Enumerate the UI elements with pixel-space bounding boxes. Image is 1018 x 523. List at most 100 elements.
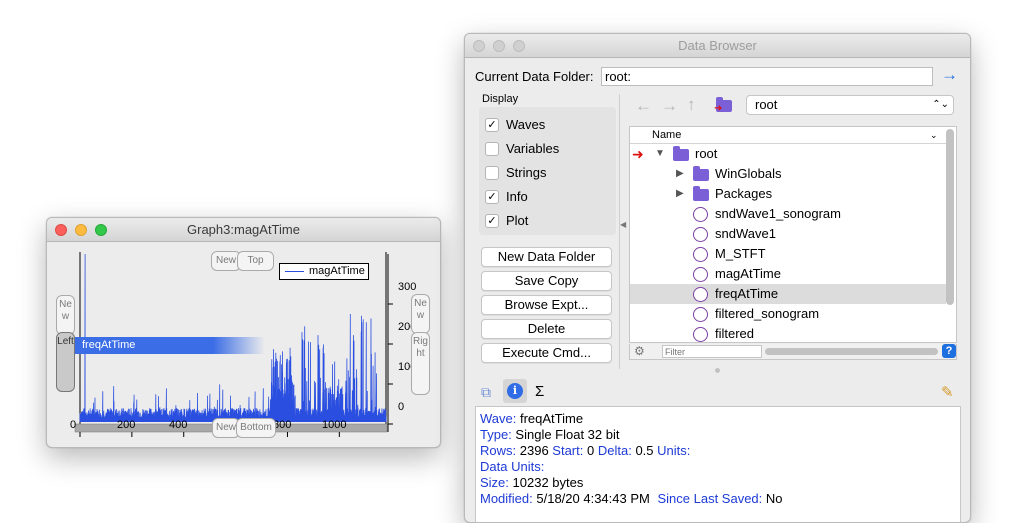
check-waves-label: Waves bbox=[506, 117, 546, 132]
graph-titlebar: Graph3:magAtTime bbox=[47, 218, 440, 242]
right-axis-button[interactable]: Right bbox=[411, 332, 430, 395]
new-right-button[interactable]: New bbox=[411, 294, 430, 334]
wave-icon bbox=[693, 267, 708, 282]
close-button[interactable] bbox=[55, 224, 67, 236]
check-info-box[interactable]: ✓ bbox=[485, 190, 499, 204]
left-axis-button[interactable]: Left bbox=[56, 332, 75, 392]
info-modified-line: Modified: 5/18/20 4:34:43 PM Since Last … bbox=[480, 491, 783, 506]
info-delta-value: 0.5 bbox=[635, 443, 654, 458]
save-copy-button[interactable]: Save Copy bbox=[481, 271, 612, 291]
info-since-key: Since Last Saved: bbox=[657, 491, 763, 506]
pane-divider-dot[interactable] bbox=[715, 368, 720, 373]
execute-cmd-button[interactable]: Execute Cmd... bbox=[481, 343, 612, 363]
zoom-button[interactable] bbox=[95, 224, 107, 236]
folder-select[interactable]: root ⌃⌄ bbox=[746, 95, 954, 115]
info-modified-key: Modified: bbox=[480, 491, 533, 506]
sigma-tab-icon[interactable]: Σ bbox=[535, 383, 544, 400]
x-tick-200: 200 bbox=[117, 419, 136, 431]
check-plot-label: Plot bbox=[506, 213, 529, 228]
legend[interactable]: magAtTime bbox=[279, 263, 369, 280]
tree-row-freqattime[interactable]: freqAtTime bbox=[630, 284, 946, 304]
minimize-button[interactable] bbox=[493, 40, 505, 52]
check-strings-box[interactable] bbox=[485, 166, 499, 180]
new-data-folder-button[interactable]: New Data Folder bbox=[481, 247, 612, 267]
graph-window: Graph3:magAtTime 0 200 400 600 800 1000 … bbox=[46, 217, 441, 448]
tree-list[interactable]: Name ⌄ ➜ ▼ root ▶ WinGlobals ▶ Packages … bbox=[629, 126, 957, 343]
folder-icon bbox=[693, 166, 709, 181]
info-size-line: Size: 10232 bytes bbox=[480, 475, 583, 490]
bottom-axis-button[interactable]: Bottom bbox=[236, 418, 276, 438]
help-icon[interactable]: ? bbox=[942, 344, 956, 358]
check-variables-label: Variables bbox=[506, 141, 560, 156]
wave-icon bbox=[693, 247, 708, 262]
x-tick-1000: 1000 bbox=[322, 419, 347, 431]
check-variables-box[interactable] bbox=[485, 142, 499, 156]
info-wave-key: Wave: bbox=[480, 411, 517, 426]
filter-input[interactable] bbox=[662, 345, 762, 358]
info-rows-value: 2396 bbox=[519, 443, 549, 458]
display-group bbox=[479, 107, 616, 235]
vertical-scrollbar[interactable] bbox=[946, 129, 954, 305]
info-type-key: Type: bbox=[480, 427, 512, 442]
current-folder-field[interactable]: root: bbox=[601, 67, 933, 86]
data-browser-window: Data Browser Current Data Folder: root: … bbox=[464, 33, 971, 523]
info-modified-value: 5/18/20 4:34:43 PM bbox=[536, 491, 650, 506]
tree-row-sndwave1-sonogram[interactable]: sndWave1_sonogram bbox=[630, 204, 946, 224]
y-tick-300: 300 bbox=[398, 281, 417, 293]
info-size-value: 10232 bytes bbox=[512, 475, 584, 490]
info-since-value: No bbox=[765, 491, 783, 506]
folder-icon bbox=[673, 146, 689, 161]
browse-expt-button[interactable]: Browse Expt... bbox=[481, 295, 612, 315]
wave-icon bbox=[693, 207, 708, 222]
horizontal-scrollbar[interactable] bbox=[765, 348, 938, 355]
forward-arrow-icon[interactable]: → bbox=[661, 96, 678, 116]
pencil-icon[interactable]: ✎ bbox=[941, 383, 954, 401]
zoom-button[interactable] bbox=[513, 40, 525, 52]
splitter-handle[interactable] bbox=[619, 94, 627, 369]
delete-button[interactable]: Delete bbox=[481, 319, 612, 339]
nav-current-arrow-icon: ➜ bbox=[714, 103, 723, 114]
tree-row-sndwave1[interactable]: sndWave1 bbox=[630, 224, 946, 244]
back-arrow-icon[interactable]: ← bbox=[635, 96, 652, 116]
minimize-button[interactable] bbox=[75, 224, 87, 236]
disclosure-closed-icon[interactable]: ▶ bbox=[676, 164, 684, 184]
column-header[interactable]: Name ⌄ bbox=[630, 127, 946, 144]
browser-title: Data Browser bbox=[678, 38, 757, 53]
current-folder-label: Current Data Folder: bbox=[475, 69, 594, 84]
folder-icon bbox=[693, 186, 709, 201]
column-header-name: Name bbox=[652, 129, 682, 141]
tree-label: WinGlobals bbox=[715, 166, 782, 181]
tree-row-packages[interactable]: ▶ Packages bbox=[630, 184, 946, 204]
info-type-line: Type: Single Float 32 bit bbox=[480, 427, 620, 442]
info-start-key: Start: bbox=[552, 443, 584, 458]
tree-row-m-stft[interactable]: M_STFT bbox=[630, 244, 946, 264]
folder-select-value: root bbox=[755, 97, 778, 112]
check-plot-box[interactable]: ✓ bbox=[485, 214, 499, 228]
top-axis-button[interactable]: Top bbox=[237, 251, 274, 271]
info-wave-value: freqAtTime bbox=[519, 411, 584, 426]
disclosure-open-icon[interactable]: ▼ bbox=[655, 144, 665, 164]
info-rows-line: Rows: 2396 Start: 0 Delta: 0.5 Units: bbox=[480, 443, 690, 458]
tree-label: Packages bbox=[715, 186, 773, 201]
drag-wave-label[interactable]: freqAtTime bbox=[57, 337, 265, 354]
disclosure-closed-icon[interactable]: ▶ bbox=[676, 184, 684, 204]
tree-row-filtered[interactable]: filtered bbox=[630, 324, 946, 342]
copy-tab-icon[interactable]: ⧉ bbox=[481, 384, 491, 401]
close-button[interactable] bbox=[473, 40, 485, 52]
gear-icon[interactable]: ⚙ bbox=[634, 344, 645, 358]
check-waves-box[interactable]: ✓ bbox=[485, 118, 499, 132]
tree-row-filtered-sonogram[interactable]: filtered_sonogram bbox=[630, 304, 946, 324]
tree-label: sndWave1 bbox=[715, 226, 776, 241]
wave-icon bbox=[693, 307, 708, 322]
up-arrow-icon[interactable]: ↑ bbox=[687, 95, 696, 115]
go-arrow-icon[interactable]: → bbox=[941, 65, 958, 85]
graph-title: Graph3:magAtTime bbox=[187, 222, 300, 237]
new-left-button[interactable]: New bbox=[56, 295, 75, 335]
legend-text: magAtTime bbox=[309, 265, 365, 277]
tree-row-root[interactable]: ➜ ▼ root bbox=[630, 144, 946, 164]
legend-line bbox=[285, 271, 304, 272]
tree-row-winglobals[interactable]: ▶ WinGlobals bbox=[630, 164, 946, 184]
check-info-label: Info bbox=[506, 189, 528, 204]
tree-row-magattime[interactable]: magAtTime bbox=[630, 264, 946, 284]
splitter-triangle-icon: ◀ bbox=[620, 220, 627, 229]
